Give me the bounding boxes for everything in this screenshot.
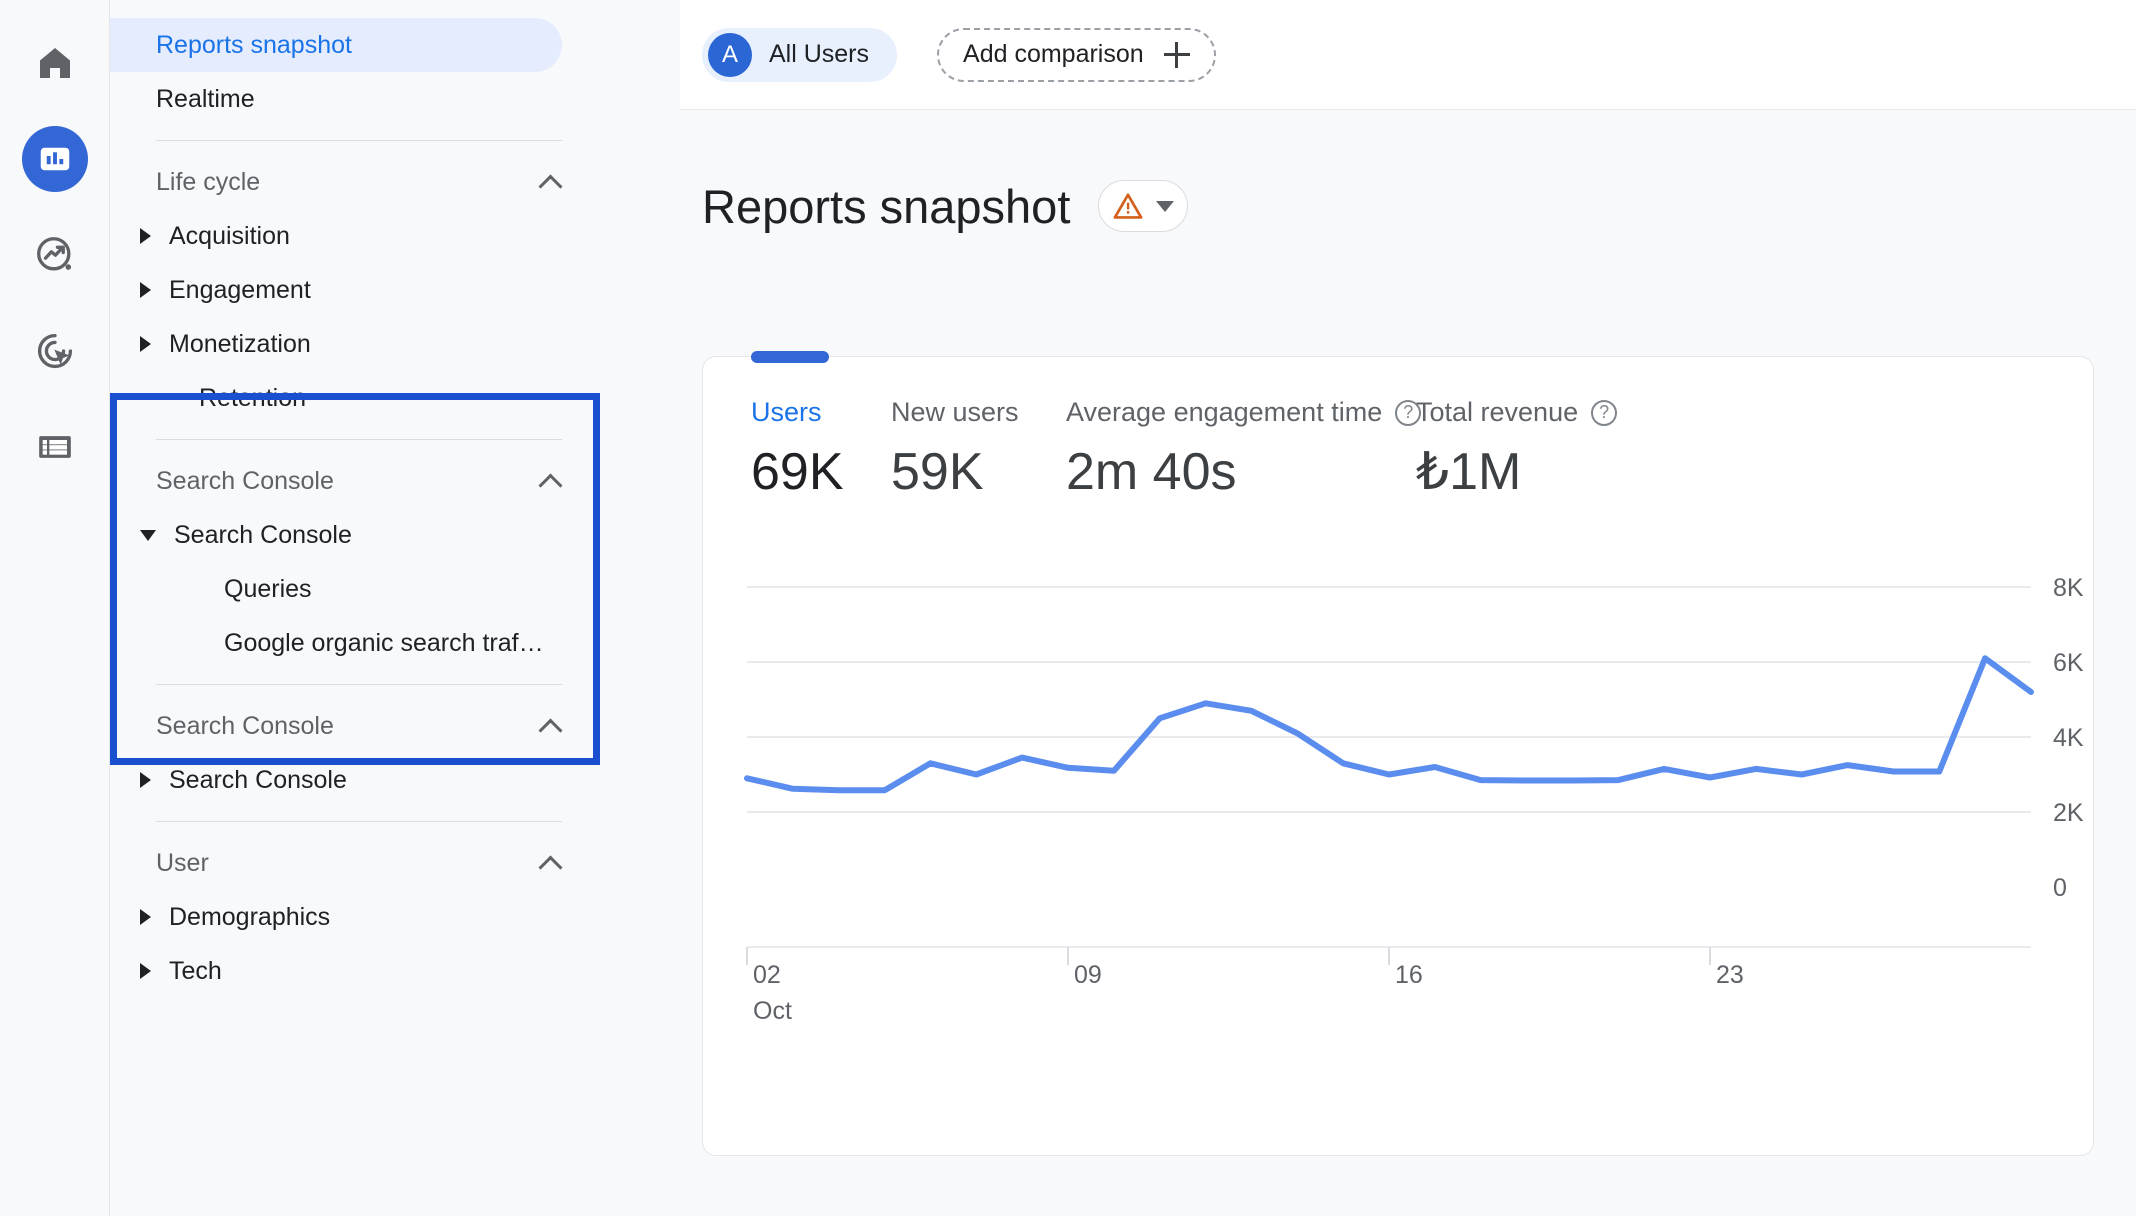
sidebar-item-label: Search Console [169, 765, 347, 794]
audience-chip-all-users[interactable]: A All Users [702, 27, 898, 82]
sidebar-item-label: Reports snapshot [156, 30, 352, 59]
svg-text:0: 0 [2053, 874, 2067, 902]
audience-chip-label: All Users [769, 40, 870, 68]
sidebar-item-acquisition[interactable]: Acquisition [110, 209, 562, 263]
caret-right-icon [140, 909, 151, 925]
chevron-up-icon [540, 852, 562, 874]
secondary-nav-sidebar: Reports snapshot Realtime Life cycle Acq… [110, 0, 680, 1216]
sidebar-item-label: Google organic search traf… [224, 628, 544, 657]
metric-users[interactable]: Users 69K [751, 397, 891, 502]
caret-right-icon [140, 336, 151, 352]
page-title: Reports snapshot [702, 179, 1071, 233]
sidebar-section-label: Life cycle [156, 167, 261, 196]
library-icon[interactable] [22, 414, 88, 480]
sidebar-divider-1 [156, 140, 562, 141]
metric-label: Average engagement time [1066, 397, 1383, 427]
sidebar-item-label: Demographics [169, 902, 331, 931]
sidebar-item-engagement[interactable]: Engagement [110, 263, 562, 317]
metric-value: 59K [891, 443, 984, 501]
metric-average-engagement-time[interactable]: Average engagement time ? 2m 40s [1066, 397, 1422, 502]
sidebar-section-label: Search Console [156, 466, 334, 495]
sidebar-section-user[interactable]: User [110, 836, 680, 890]
sidebar-item-tech[interactable]: Tech [110, 944, 562, 998]
home-icon[interactable] [22, 30, 88, 96]
caret-right-icon [140, 772, 151, 788]
caret-right-icon [140, 282, 151, 298]
svg-text:2K: 2K [2053, 799, 2084, 827]
sidebar-item-google-organic-search-traffic[interactable]: Google organic search traf… [110, 616, 562, 670]
sidebar-divider-2 [156, 439, 562, 440]
sidebar-section-search-console-2[interactable]: Search Console [110, 699, 680, 753]
sidebar-section-label: User [156, 848, 209, 877]
sidebar-item-label: Retention [199, 383, 307, 412]
caret-down-icon [140, 529, 156, 541]
chevron-up-icon [540, 171, 562, 193]
sidebar-item-monetization[interactable]: Monetization [110, 317, 562, 371]
sidebar-item-label: Queries [224, 574, 312, 603]
chevron-up-icon [540, 470, 562, 492]
sidebar-section-life-cycle[interactable]: Life cycle [110, 155, 680, 209]
data-warning-button[interactable] [1098, 180, 1189, 232]
ga4-reports-snapshot-page: Reports snapshot Realtime Life cycle Acq… [0, 0, 2136, 1216]
metric-row: Users 69K New users 59K Average engageme… [703, 357, 2093, 502]
metric-value: 2m 40s [1066, 443, 1237, 501]
users-overview-card: Users 69K New users 59K Average engageme… [702, 351, 2094, 1156]
page-header: Reports snapshot [680, 110, 2136, 260]
sidebar-item-label: Search Console [174, 520, 352, 549]
metric-total-revenue[interactable]: Total revenue ? ₺1M [1416, 397, 1636, 502]
explore-icon[interactable] [22, 222, 88, 288]
sidebar-item-label: Engagement [169, 275, 311, 304]
sidebar-item-label: Monetization [169, 329, 311, 358]
warning-triangle-icon [1113, 193, 1143, 219]
svg-text:6K: 6K [2053, 649, 2084, 677]
sidebar-divider-3 [156, 684, 562, 685]
chevron-down-icon [1156, 200, 1175, 212]
metric-label: Total revenue [1416, 397, 1579, 427]
add-comparison-button[interactable]: Add comparison [937, 27, 1216, 82]
sidebar-item-label: Acquisition [169, 221, 290, 250]
sidebar-item-retention[interactable]: Retention [110, 371, 562, 425]
sidebar-item-demographics[interactable]: Demographics [110, 890, 562, 944]
sidebar-section-label: Search Console [156, 711, 334, 740]
chevron-up-icon [540, 715, 562, 737]
users-line-chart[interactable]: 8K 6K 4K 2K 0 02 Oct 09 16 23 [703, 557, 2093, 1117]
caret-right-icon [140, 963, 151, 979]
svg-text:02: 02 [753, 961, 781, 989]
main-content: A All Users Add comparison Reports snaps… [680, 0, 2136, 1216]
sidebar-item-label: Realtime [156, 84, 255, 113]
sidebar-item-reports-snapshot[interactable]: Reports snapshot [110, 18, 562, 72]
sidebar-divider-4 [156, 821, 562, 822]
avatar: A [708, 32, 752, 77]
help-icon[interactable]: ? [1591, 399, 1618, 426]
metric-label: Users [751, 397, 822, 427]
svg-text:09: 09 [1074, 961, 1102, 989]
sidebar-item-search-console-collapsed[interactable]: Search Console [110, 753, 562, 807]
add-comparison-label: Add comparison [963, 40, 1144, 68]
svg-text:8K: 8K [2053, 574, 2084, 602]
sidebar-item-realtime[interactable]: Realtime [110, 72, 562, 126]
metric-label: New users [891, 397, 1019, 427]
card-tab-indicator [751, 351, 829, 363]
reports-icon[interactable] [21, 126, 88, 192]
sidebar-item-queries[interactable]: Queries [110, 562, 562, 616]
svg-text:23: 23 [1716, 961, 1744, 989]
metric-value: 69K [751, 443, 844, 501]
caret-right-icon [140, 228, 151, 244]
plus-icon [1163, 41, 1190, 68]
sidebar-item-label: Tech [169, 956, 222, 985]
svg-text:Oct: Oct [753, 997, 792, 1025]
primary-nav-rail [0, 0, 110, 1216]
metric-value: ₺1M [1416, 443, 1522, 501]
sidebar-section-search-console-1[interactable]: Search Console [110, 454, 680, 508]
metric-new-users[interactable]: New users 59K [891, 397, 1066, 502]
svg-text:4K: 4K [2053, 724, 2084, 752]
comparison-toolbar: A All Users Add comparison [680, 0, 2136, 110]
advertising-icon[interactable] [22, 318, 88, 384]
svg-text:16: 16 [1395, 961, 1423, 989]
sidebar-item-search-console-expanded[interactable]: Search Console [110, 508, 562, 562]
